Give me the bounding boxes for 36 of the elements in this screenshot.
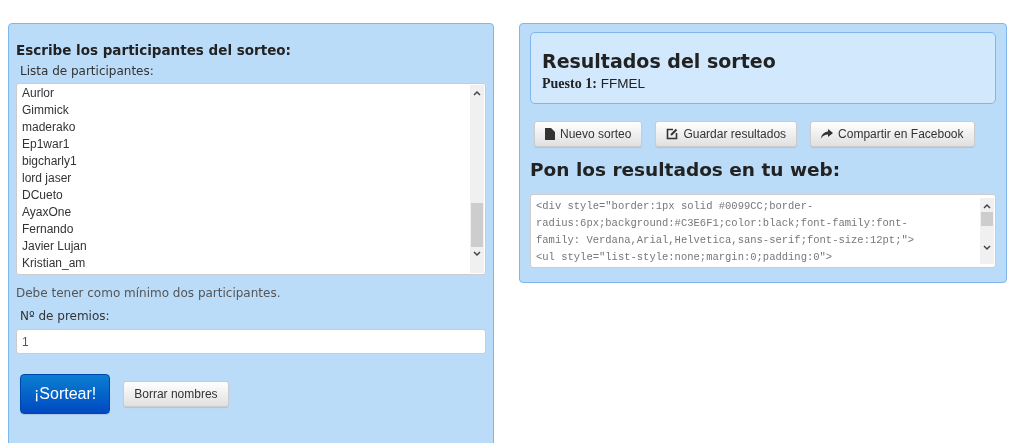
action-button[interactable]: Guardar resultados	[655, 121, 798, 147]
document-icon	[545, 128, 555, 140]
hint-text: Debe tener como mínimo dos participantes.	[16, 286, 282, 300]
participant-name: maderako	[22, 119, 77, 136]
code-line: <ul style="list-style:none;margin:0;padding:0">	[536, 250, 834, 265]
edit-icon	[666, 128, 679, 140]
participant-name: Javier Lujan	[22, 238, 88, 255]
participant-name: AyaxOne	[22, 204, 73, 221]
scrollbar[interactable]	[470, 85, 484, 273]
section-heading: Escribe los participantes del sorteo:	[16, 42, 292, 58]
participant-name: Gimmick	[22, 102, 70, 119]
field-label: Lista de participantes:	[20, 64, 155, 78]
code-line: family: Verdana,Arial,Helvetica,sans-serif;font-size:12pt;">	[536, 233, 916, 248]
place-label: Puesto 1:	[542, 76, 597, 91]
section-heading: Pon los resultados en tu web:	[530, 159, 842, 180]
participant-name: DCueto	[22, 187, 64, 204]
participants-textarea[interactable]: Aurlor Gimmick maderako Ep1war1 bigcharly1 lord jaser DCueto AyaxOne Fernando Javier Lujan Kristian_am	[16, 83, 486, 275]
action-button[interactable]: Compartir en Facebook	[810, 121, 975, 147]
code-line: <div style="border:1px solid #0099CC;border-	[536, 199, 815, 214]
participant-name: lord jaser	[22, 170, 73, 187]
share-icon	[821, 129, 834, 139]
participant-name: Aurlor	[22, 85, 55, 102]
code-line: radius:6px;background:#C3E6F1;color:black;font-family:font-	[536, 216, 909, 231]
results-title: Resultados del sorteo	[542, 50, 777, 72]
prizes-input[interactable]: 1	[16, 329, 486, 354]
scrollbar[interactable]	[980, 198, 994, 264]
draw-button[interactable]: ¡Sortear!	[20, 374, 111, 414]
embed-code-textarea[interactable]	[530, 194, 996, 268]
participant-name: Kristian_am	[22, 255, 87, 272]
participant-name: Ep1war1	[22, 136, 71, 153]
field-label: Nº de premios:	[20, 309, 111, 323]
participant-name: Fernando	[22, 221, 75, 238]
winner-name: FFMEL	[600, 76, 646, 91]
participant-name: bigcharly1	[22, 153, 78, 170]
clear-button[interactable]: Borrar nombres	[123, 381, 229, 407]
action-button[interactable]: Nuevo sorteo	[534, 121, 643, 147]
